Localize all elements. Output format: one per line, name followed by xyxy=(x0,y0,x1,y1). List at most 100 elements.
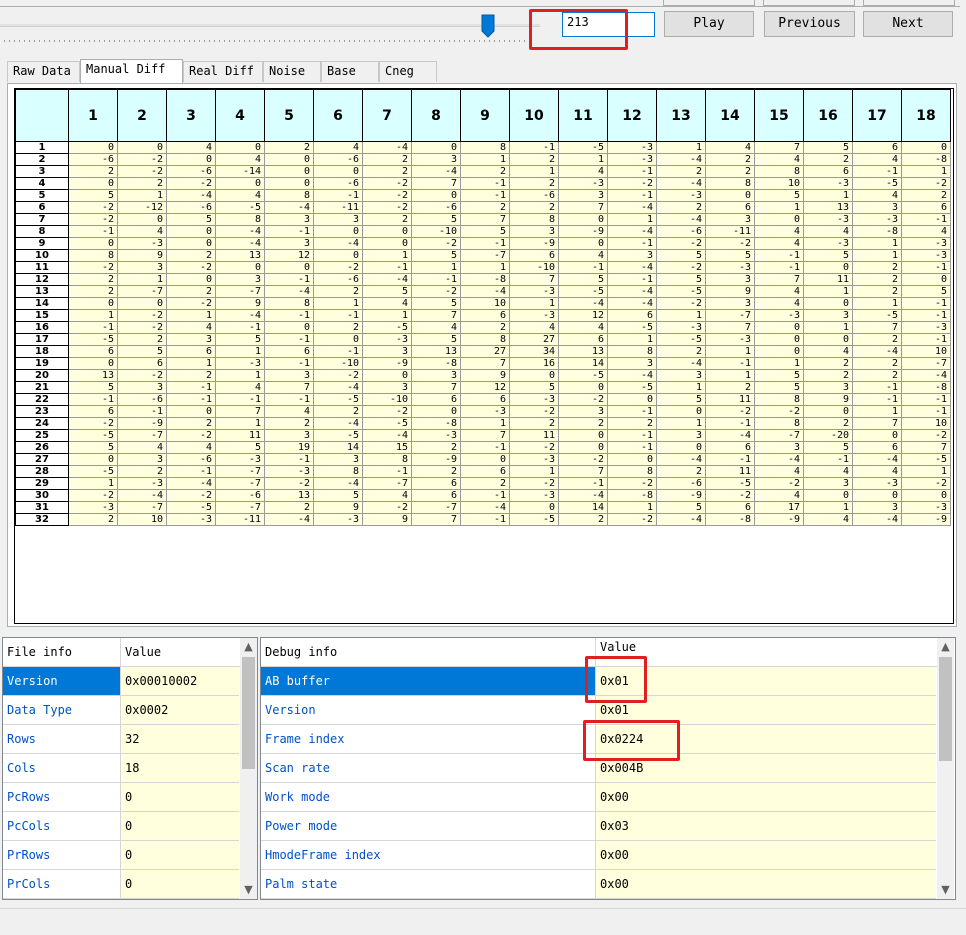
grid-cell[interactable]: 6 xyxy=(411,393,461,406)
grid-cell[interactable]: 0 xyxy=(264,261,314,274)
grid-cell[interactable]: 7 xyxy=(411,309,461,322)
grid-cell[interactable]: -3 xyxy=(803,177,853,190)
grid-cell[interactable]: -4 xyxy=(901,369,951,382)
grid-cell[interactable]: 2 xyxy=(166,285,216,298)
grid-cell[interactable]: -3 xyxy=(901,321,951,334)
grid-cell[interactable]: -1 xyxy=(705,453,755,466)
grid-cell[interactable]: -4 xyxy=(607,261,657,274)
grid-cell[interactable]: -5 xyxy=(558,141,608,154)
grid-cell[interactable]: 4 xyxy=(754,237,804,250)
grid-cell[interactable]: 6 xyxy=(901,201,951,214)
grid-cell[interactable]: -2 xyxy=(558,393,608,406)
grid-cell[interactable]: 0 xyxy=(754,321,804,334)
grid-cell[interactable]: 1 xyxy=(705,345,755,358)
grid-cell[interactable]: -7 xyxy=(215,501,265,514)
grid-cell[interactable]: 1 xyxy=(607,501,657,514)
grid-cell[interactable]: -2 xyxy=(411,237,461,250)
grid-cell[interactable]: 5 xyxy=(68,441,118,454)
grid-cell[interactable]: -2 xyxy=(166,489,216,502)
grid-cell[interactable]: -4 xyxy=(264,513,314,526)
grid-cell[interactable]: 6 xyxy=(68,405,118,418)
grid-cell[interactable]: -1 xyxy=(607,405,657,418)
grid-cell[interactable]: 0 xyxy=(803,333,853,346)
grid-cell[interactable]: -2 xyxy=(901,429,951,442)
grid-cell[interactable]: 8 xyxy=(607,465,657,478)
grid-cell[interactable]: -4 xyxy=(852,345,902,358)
grid-cell[interactable]: 5 xyxy=(411,333,461,346)
grid-cell[interactable]: -7 xyxy=(215,285,265,298)
grid-cell[interactable]: 0 xyxy=(68,141,118,154)
grid-cell[interactable]: -1 xyxy=(411,273,461,286)
grid-cell[interactable]: 3 xyxy=(313,453,363,466)
grid-cell[interactable]: -2 xyxy=(509,477,559,490)
grid-cell[interactable]: 4 xyxy=(313,141,363,154)
grid-cell[interactable]: 5 xyxy=(411,249,461,262)
grid-cell[interactable]: -4 xyxy=(362,273,412,286)
grid-cell[interactable]: 0 xyxy=(656,441,706,454)
tab-cneg[interactable]: Cneg xyxy=(379,61,437,82)
grid-cell[interactable]: -9 xyxy=(754,513,804,526)
grid-cell[interactable]: 2 xyxy=(460,321,510,334)
grid-cell[interactable]: -5 xyxy=(313,429,363,442)
grid-cell[interactable]: 4 xyxy=(803,225,853,238)
grid-cell[interactable]: 5 xyxy=(656,393,706,406)
grid-cell[interactable]: -1 xyxy=(313,309,363,322)
grid-cell[interactable]: -5 xyxy=(68,465,118,478)
grid-cell[interactable]: 4 xyxy=(852,465,902,478)
grid-cell[interactable]: 2 xyxy=(117,465,167,478)
grid-cell[interactable]: 2 xyxy=(68,513,118,526)
grid-cell[interactable]: 0 xyxy=(362,237,412,250)
grid-cell[interactable]: 5 xyxy=(656,273,706,286)
grid-cell[interactable]: 0 xyxy=(803,489,853,502)
grid-cell[interactable]: -4 xyxy=(656,177,706,190)
grid-cell[interactable]: 14 xyxy=(313,441,363,454)
grid-cell[interactable]: 1 xyxy=(362,309,412,322)
grid-cell[interactable]: -3 xyxy=(901,501,951,514)
grid-cell[interactable]: -3 xyxy=(166,513,216,526)
grid-cell[interactable]: 6 xyxy=(852,441,902,454)
grid-cell[interactable]: 7 xyxy=(215,405,265,418)
grid-cell[interactable]: -4 xyxy=(656,153,706,166)
grid-cell[interactable]: 8 xyxy=(264,189,314,202)
grid-cell[interactable]: -7 xyxy=(901,357,951,370)
grid-cell[interactable]: -1 xyxy=(754,261,804,274)
grid-cell[interactable]: -2 xyxy=(166,297,216,310)
grid-cell[interactable]: 0 xyxy=(117,213,167,226)
scroll-up-icon[interactable]: ▲ xyxy=(937,638,954,655)
grid-cell[interactable]: 14 xyxy=(558,501,608,514)
grid-cell[interactable]: -4 xyxy=(754,453,804,466)
grid-cell[interactable]: 2 xyxy=(411,441,461,454)
grid-cell[interactable]: -2 xyxy=(509,405,559,418)
grid-cell[interactable]: 7 xyxy=(460,357,510,370)
grid-cell[interactable]: 0 xyxy=(166,153,216,166)
grid-cell[interactable]: 2 xyxy=(117,333,167,346)
row-header[interactable]: 9 xyxy=(15,237,69,250)
grid-cell[interactable]: -2 xyxy=(509,441,559,454)
grid-cell[interactable]: 7 xyxy=(411,513,461,526)
grid-cell[interactable]: 0 xyxy=(313,225,363,238)
list-item[interactable]: Rows 32 xyxy=(3,725,239,754)
grid-cell[interactable]: 4 xyxy=(215,189,265,202)
grid-cell[interactable]: 2 xyxy=(460,165,510,178)
grid-cell[interactable]: 3 xyxy=(705,213,755,226)
grid-cell[interactable]: 0 xyxy=(68,297,118,310)
grid-cell[interactable]: -20 xyxy=(803,429,853,442)
grid-cell[interactable]: 6 xyxy=(509,249,559,262)
row-header[interactable]: 13 xyxy=(15,285,69,298)
grid-cell[interactable]: 1 xyxy=(901,165,951,178)
grid-cell[interactable]: -2 xyxy=(362,405,412,418)
grid-cell[interactable]: 10 xyxy=(901,417,951,430)
scroll-down-icon[interactable]: ▼ xyxy=(937,881,954,898)
grid-cell[interactable]: -11 xyxy=(215,513,265,526)
list-item[interactable]: PrCols 0 xyxy=(3,870,239,899)
grid-cell[interactable]: 2 xyxy=(166,369,216,382)
grid-cell[interactable]: -3 xyxy=(754,309,804,322)
grid-cell[interactable]: 5 xyxy=(362,285,412,298)
grid-cell[interactable]: -1 xyxy=(68,393,118,406)
grid-cell[interactable]: -10 xyxy=(509,261,559,274)
column-header[interactable]: 13 xyxy=(656,89,706,142)
play-button[interactable]: Play xyxy=(664,11,754,37)
grid-cell[interactable]: 3 xyxy=(411,153,461,166)
grid-cell[interactable]: -1 xyxy=(215,393,265,406)
grid-cell[interactable]: 3 xyxy=(362,381,412,394)
